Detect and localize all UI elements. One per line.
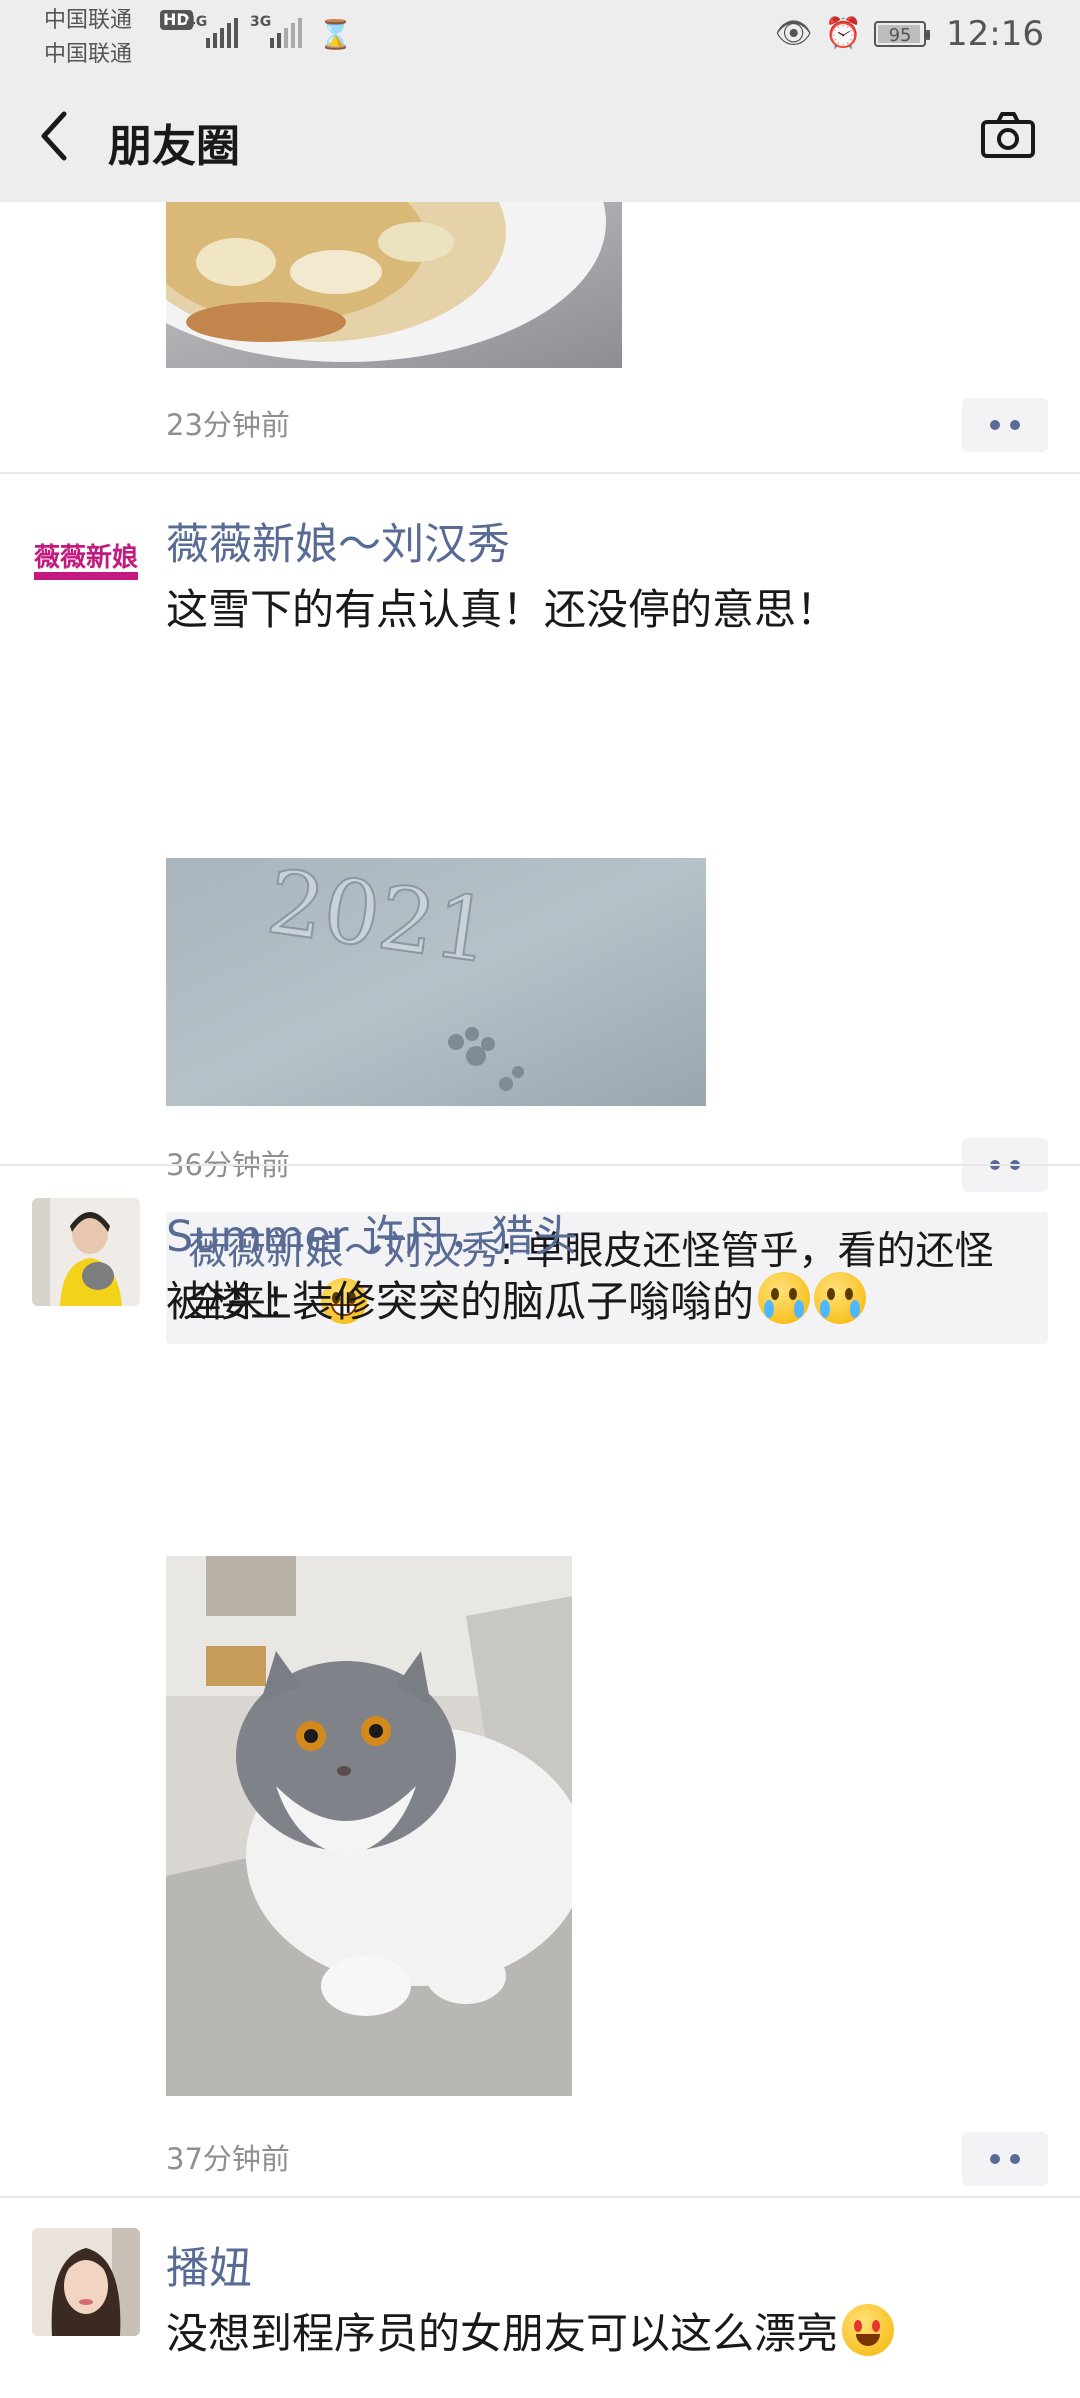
post-text: 没想到程序员的女朋友可以这么漂亮 (166, 2300, 895, 2361)
avatar[interactable] (32, 2228, 140, 2336)
post-time: 23分钟前 (166, 408, 290, 442)
status-time: 12:16 (946, 14, 1044, 54)
eye-icon: 👁 (774, 16, 813, 51)
post-photo[interactable] (166, 1556, 572, 2096)
post-text-content: 没想到程序员的女朋友可以这么漂亮 (166, 2309, 839, 2358)
avatar[interactable] (32, 1198, 140, 1306)
post-time: 37分钟前 (166, 2142, 290, 2176)
top-bar: 中国联通 HD 4G 中国联通 3G ⌛ 👁 ⏰ 95 12:16 朋友圈 (0, 0, 1080, 202)
post-nickname[interactable]: 薇薇新娘～刘汉秀 (166, 510, 510, 572)
battery-level: 95 (888, 25, 912, 46)
starstruck-emoji-icon (842, 2304, 895, 2356)
avatar-logo-text: 薇薇新娘 (34, 542, 138, 573)
more-options-button[interactable] (962, 2132, 1048, 2186)
battery-icon: 95 (874, 21, 931, 47)
network-type-label: 4G (186, 14, 208, 30)
post-text-content: 被楼上装修突突的脑瓜子嗡嗡的 (166, 1277, 755, 1326)
carrier-name-secondary: 中国联通 (44, 42, 133, 67)
post-nickname[interactable]: Summer 许丹，猎头 (166, 1202, 577, 1264)
network-type-label-secondary: 3G (250, 14, 272, 30)
signal-icon (206, 18, 238, 48)
post-text: 被楼上装修突突的脑瓜子嗡嗡的 (166, 1268, 867, 1329)
post-photo[interactable]: 2021 (166, 858, 706, 1106)
post-text: 这雪下的有点认真！还没停的意思！ (166, 585, 839, 634)
moment-post: 播妞 没想到程序员的女朋友可以这么漂亮 (0, 2198, 1080, 2398)
more-options-button[interactable] (962, 398, 1048, 452)
post-photo[interactable] (166, 202, 622, 368)
alarm-icon: ⏰ (824, 16, 863, 51)
crying-emoji-icon (758, 1272, 811, 1324)
status-bar: 中国联通 HD 4G 中国联通 3G ⌛ 👁 ⏰ 95 12:16 (0, 0, 1080, 70)
crying-emoji-icon (814, 1272, 867, 1324)
moment-post: 23分钟前 (0, 202, 1080, 472)
camera-icon[interactable] (980, 108, 1036, 164)
hourglass-icon: ⌛ (318, 18, 353, 51)
nav-bar: 朋友圈 (0, 70, 1080, 202)
back-arrow-icon[interactable] (34, 108, 78, 164)
avatar[interactable]: 薇薇新娘 (32, 508, 140, 616)
page-title: 朋友圈 (108, 121, 240, 172)
carrier-name: 中国联通 (44, 8, 133, 33)
signal-icon-secondary (270, 18, 302, 48)
post-nickname[interactable]: 播妞 (166, 2234, 252, 2296)
moment-post: Summer 许丹，猎头 被楼上装修突突的脑瓜子嗡嗡的 37分钟前 (0, 1166, 1080, 2196)
